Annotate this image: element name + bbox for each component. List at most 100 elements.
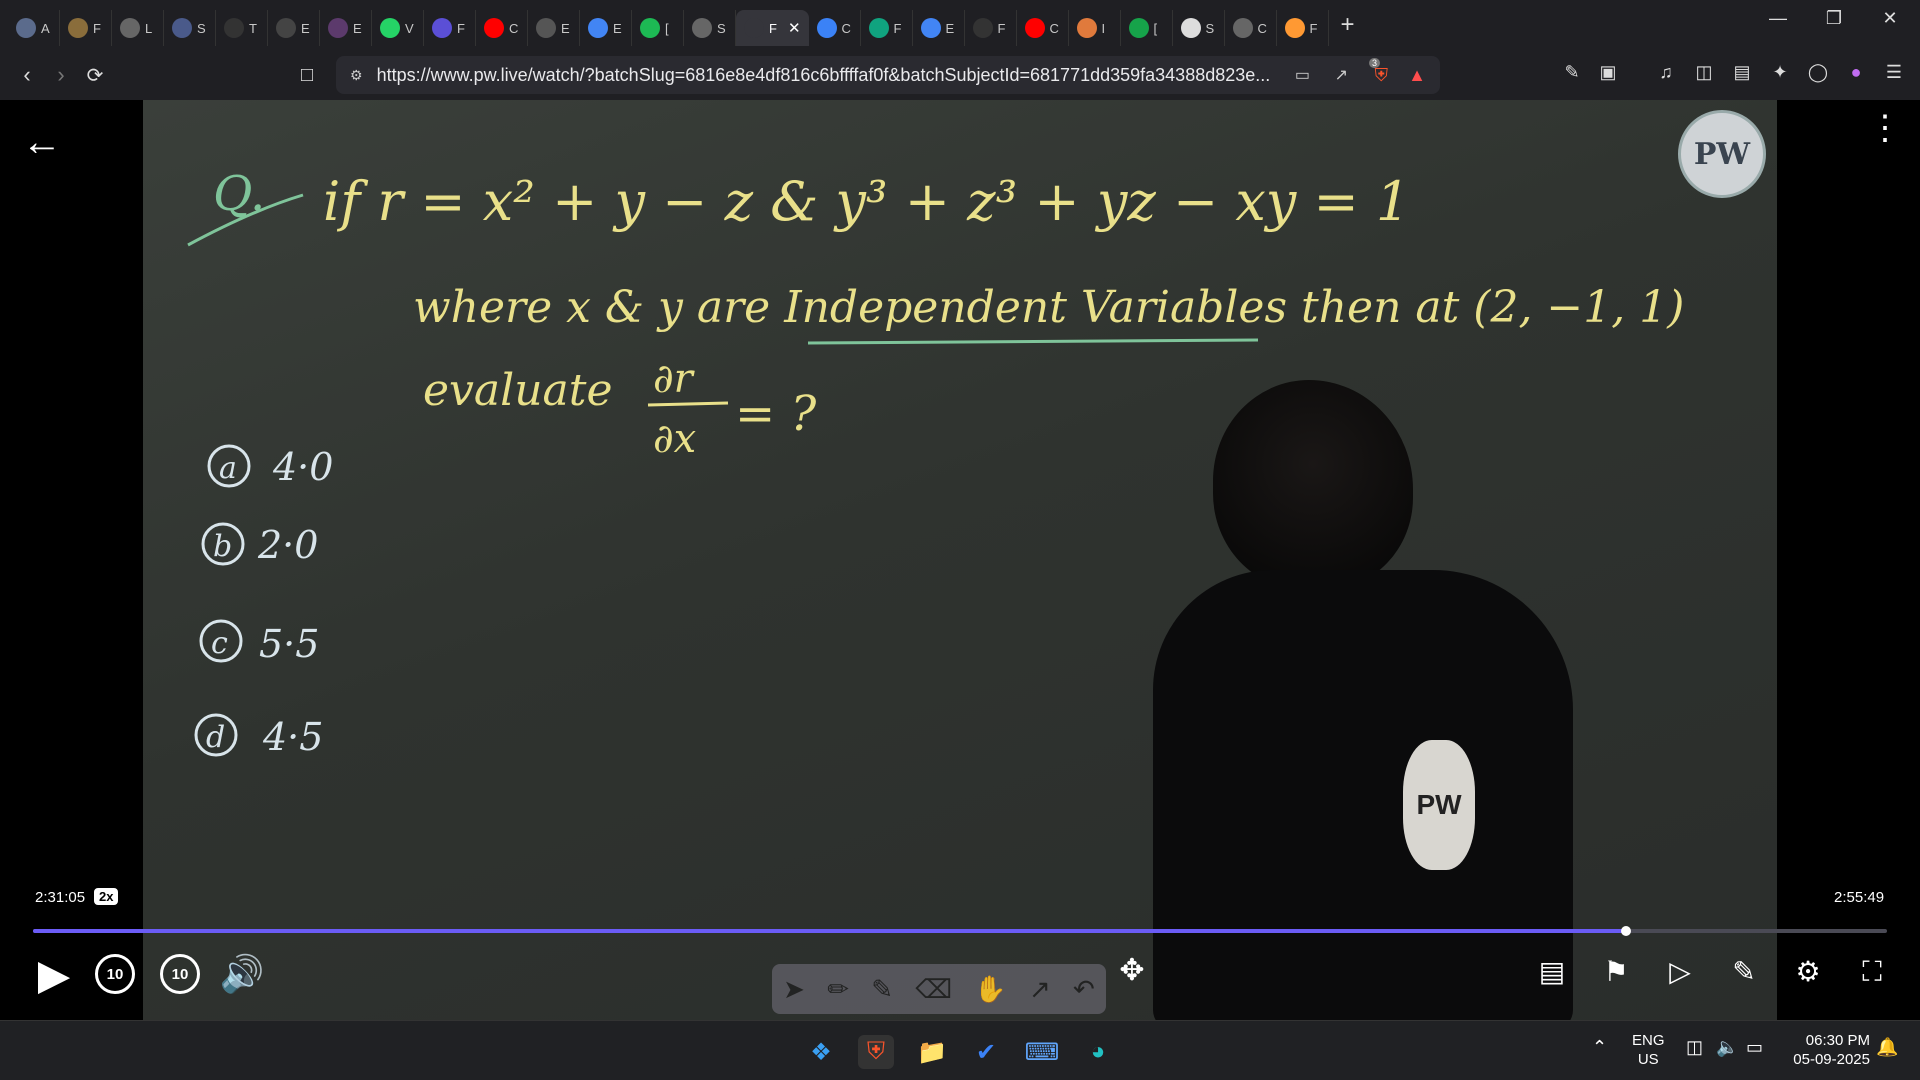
progress-thumb[interactable] [1620, 926, 1631, 936]
browser-tab[interactable]: E [528, 10, 580, 46]
fraction-denominator: ∂x [653, 416, 696, 462]
play-icon[interactable]: ▶ [32, 950, 76, 998]
speaker-icon[interactable]: 🔈 [1716, 1037, 1738, 1058]
address-bar[interactable]: ⚙ https://www.pw.live/watch/?batchSlug=6… [336, 56, 1440, 94]
reader-icon[interactable]: ▣ [1594, 62, 1622, 88]
playback-speed-badge[interactable]: 2x [94, 888, 119, 905]
network-icon[interactable]: ◫ [1686, 1037, 1703, 1058]
browser-tab[interactable]: A [8, 10, 60, 46]
sidebar-icon[interactable]: ◫ [1690, 62, 1718, 88]
keyboard-icon[interactable]: ⌨ [1024, 1035, 1060, 1069]
browser-tab[interactable]: E [913, 10, 965, 46]
forward-button[interactable]: › [44, 62, 78, 88]
lang-code: ENG [1632, 1032, 1665, 1049]
profile-icon[interactable]: ● [1842, 62, 1870, 88]
extensions-icon[interactable]: ✎ [1558, 62, 1586, 88]
cast-icon[interactable]: ▭ [1295, 65, 1310, 85]
notification-bell-icon[interactable]: 🔔 [1876, 1037, 1898, 1058]
brush-icon[interactable]: ✏ [827, 974, 849, 1005]
rewind-10-button[interactable]: 10 [95, 954, 135, 994]
browser-tab[interactable]: F [424, 10, 476, 46]
rewards-icon[interactable]: ▲ [1408, 65, 1426, 86]
svg-text:4·0: 4·0 [272, 445, 333, 489]
browser-tab[interactable]: [ [632, 10, 684, 46]
browser-tab[interactable]: C [809, 10, 861, 46]
browser-tab[interactable]: F [60, 10, 112, 46]
browser-tab[interactable]: E [320, 10, 372, 46]
browser-tab[interactable]: F [1277, 10, 1329, 46]
back-button[interactable]: ‹ [10, 62, 44, 88]
pointer-icon[interactable]: ➤ [783, 974, 805, 1005]
browser-tab[interactable]: L [112, 10, 164, 46]
browser-tab[interactable]: I [1069, 10, 1121, 46]
vpn-icon[interactable]: ◯ [1804, 62, 1832, 88]
browser-tab[interactable]: F ✕ [736, 10, 809, 46]
move-icon[interactable]: ✥ [1112, 946, 1152, 994]
browser-tab[interactable]: C [476, 10, 528, 46]
circle-app-icon [16, 18, 36, 38]
globe-icon [1232, 18, 1253, 38]
browser-tab[interactable]: V [372, 10, 424, 46]
restore-icon[interactable]: ❐ [1806, 8, 1862, 29]
file-explorer-icon[interactable]: 📁 [914, 1035, 950, 1069]
share-icon[interactable]: ↗ [1335, 65, 1348, 85]
chat-icon[interactable]: ▤ [1530, 950, 1574, 994]
tab-title: S [1205, 20, 1215, 36]
tab-title: F [893, 20, 902, 36]
todo-check-icon[interactable]: ✔ [968, 1035, 1004, 1069]
wallet-icon[interactable]: ▤ [1728, 62, 1756, 88]
media-icon[interactable]: ♫ [1652, 62, 1680, 88]
browser-tab[interactable]: E [580, 10, 632, 46]
fullscreen-icon[interactable]: ⛶ [1850, 950, 1894, 994]
browser-tab[interactable]: E [268, 10, 320, 46]
clock[interactable]: 06:30 PM 05-09-2025 [1780, 1031, 1870, 1069]
browser-tab[interactable]: T [216, 10, 268, 46]
tray-chevron-icon[interactable]: ⌃ [1592, 1037, 1607, 1058]
tab-title: E [945, 20, 955, 36]
more-options-icon[interactable]: ⋮ [1868, 111, 1902, 145]
equation-line-1: if r = x² + y − z & y³ + z³ + yz − xy = … [323, 170, 1410, 233]
browser-tab[interactable]: F [861, 10, 913, 46]
hand-icon[interactable]: ✋ [974, 974, 1006, 1005]
pen-icon[interactable]: ✎ [871, 974, 893, 1005]
browser-tab[interactable]: [ [1121, 10, 1173, 46]
bookmark-icon[interactable]: □ [290, 64, 324, 87]
site-settings-icon[interactable]: ⚙ [350, 67, 363, 84]
translate-icon[interactable]: ⚑ [1594, 950, 1638, 994]
close-window-icon[interactable]: ✕ [1862, 8, 1918, 29]
eraser-icon[interactable]: ⌫ [915, 974, 952, 1005]
minimize-icon[interactable]: — [1750, 8, 1806, 29]
browser-tab[interactable]: C [1017, 10, 1069, 46]
browser-tab[interactable]: S [1173, 10, 1225, 46]
settings-gear-icon[interactable]: ⚙ [1786, 950, 1830, 994]
browser-tab[interactable]: S [164, 10, 216, 46]
tab-title: C [841, 20, 851, 36]
volume-icon[interactable]: 🔊 [218, 950, 266, 998]
equation-line-2: where x & y are Independent Variables th… [413, 282, 1684, 333]
start-windows-icon[interactable]: ❖ [803, 1035, 839, 1069]
battery-icon[interactable]: ▭ [1746, 1037, 1763, 1058]
notes-icon[interactable]: ✎ [1722, 950, 1766, 994]
browser-tab[interactable]: F [965, 10, 1017, 46]
compass-icon [68, 18, 88, 38]
language-indicator[interactable]: ENG US [1632, 1031, 1665, 1069]
leo-ai-icon[interactable]: ✦ [1766, 62, 1794, 88]
url-text[interactable]: https://www.pw.live/watch/?batchSlug=681… [377, 65, 1277, 86]
picture-in-picture-icon[interactable]: ▷ [1658, 950, 1702, 994]
edge-icon[interactable]: ◕ [1080, 1035, 1116, 1069]
tab-title: C [1049, 20, 1059, 36]
browser-tab[interactable]: S [684, 10, 736, 46]
forward-10-button[interactable]: 10 [160, 954, 200, 994]
menu-icon[interactable]: ☰ [1880, 62, 1908, 88]
arrow-icon[interactable]: ↗ [1029, 974, 1051, 1005]
video-player[interactable]: Q. if r = x² + y − z & y³ + z³ + yz − xy… [0, 100, 1920, 1020]
close-tab-icon[interactable]: ✕ [788, 19, 801, 37]
new-tab-button[interactable]: + [1341, 11, 1355, 39]
tab-title: A [41, 20, 50, 36]
brave-taskbar-icon[interactable]: ⛨ [858, 1035, 894, 1069]
progress-bar[interactable] [33, 926, 1887, 936]
reload-icon[interactable]: ⟳ [78, 63, 112, 88]
browser-tab[interactable]: C [1225, 10, 1277, 46]
undo-icon[interactable]: ↶ [1073, 974, 1095, 1005]
back-arrow-icon[interactable]: ← [22, 120, 62, 165]
